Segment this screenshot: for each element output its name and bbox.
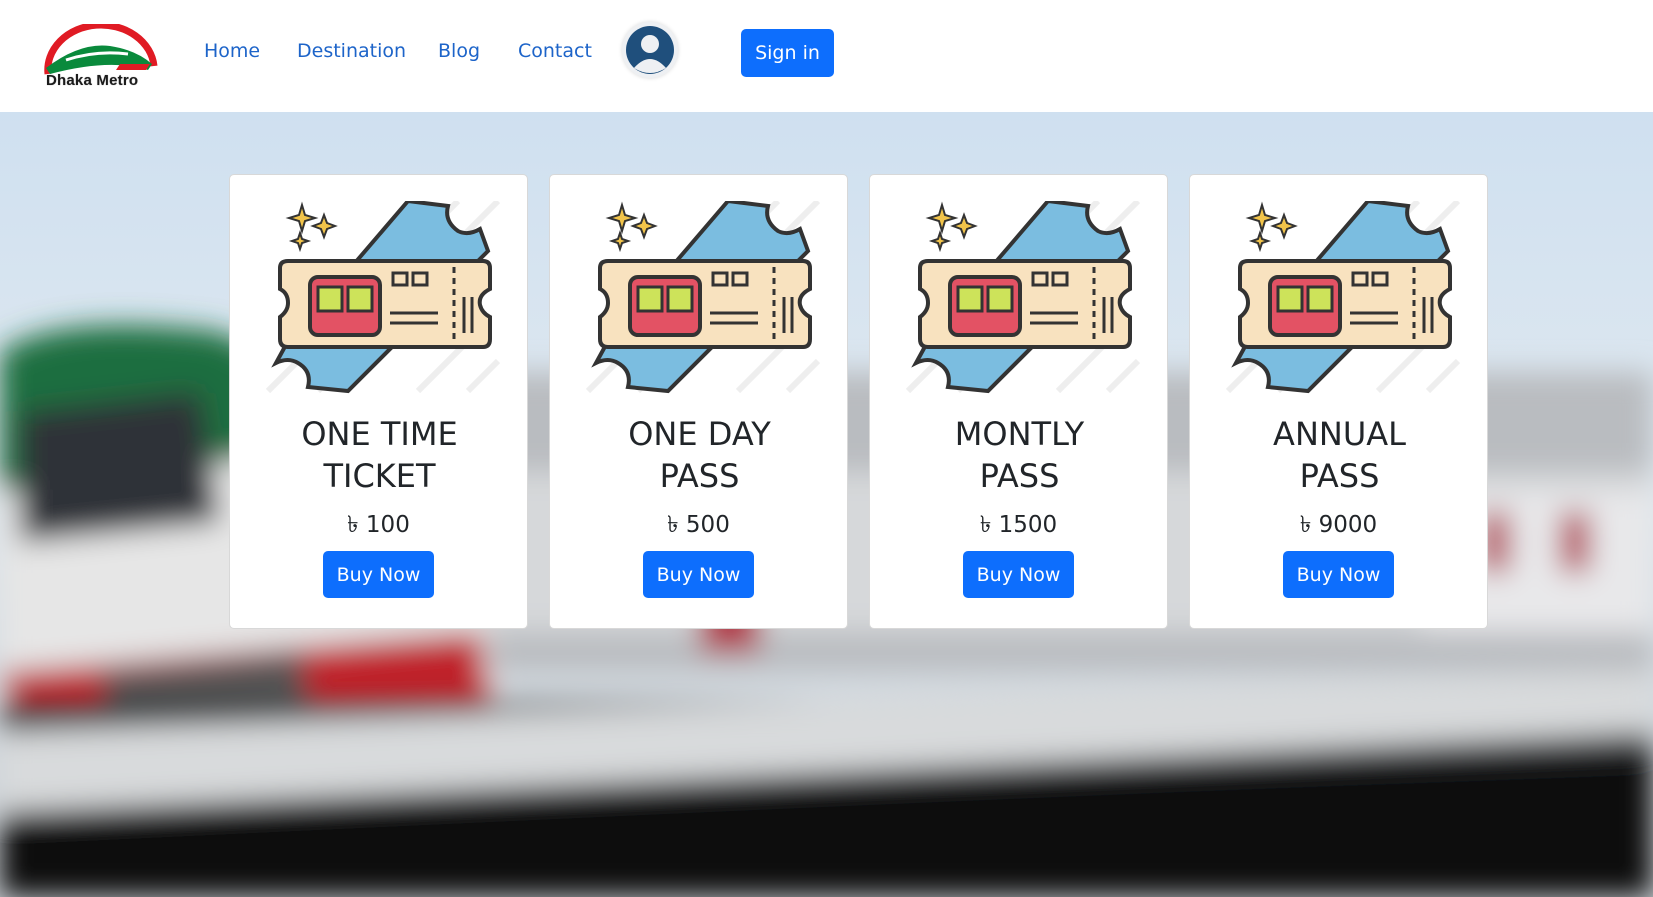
card-price: ৳ 500 <box>667 512 730 538</box>
card-price: ৳ 9000 <box>1299 512 1378 538</box>
sign-in-button[interactable]: Sign in <box>741 29 834 77</box>
user-avatar-icon <box>626 26 674 74</box>
buy-now-button[interactable]: Buy Now <box>1283 551 1394 598</box>
card-title-line2: PASS <box>1299 457 1380 495</box>
card-title-line1: ANNUAL <box>1273 415 1406 453</box>
card-title-line2: PASS <box>659 457 740 495</box>
nav-contact[interactable]: Contact <box>518 40 592 62</box>
nav-blog[interactable]: Blog <box>438 40 480 62</box>
buy-now-button[interactable]: Buy Now <box>323 551 434 598</box>
dhaka-metro-logo[interactable]: Dhaka Metro <box>40 24 162 94</box>
card-title-line2: PASS <box>979 457 1060 495</box>
card-price: ৳ 1500 <box>979 512 1058 538</box>
train-ticket-icon <box>585 201 820 394</box>
train-ticket-icon <box>1225 201 1460 394</box>
ticket-card-annual: ANNUAL PASS ৳ 9000 Buy Now <box>1189 174 1488 629</box>
card-title-line2: TICKET <box>323 457 436 495</box>
train-ticket-icon <box>905 201 1140 394</box>
card-title: ONE TIME TICKET <box>240 413 519 497</box>
logo-text: Dhaka Metro <box>46 72 139 89</box>
ticket-card-one-day: ONE DAY PASS ৳ 500 Buy Now <box>549 174 848 629</box>
card-price: ৳ 100 <box>347 512 410 538</box>
ticket-card-monthly: MONTLY PASS ৳ 1500 Buy Now <box>869 174 1168 629</box>
navbar: Dhaka Metro Home Destination Blog Contac… <box>0 0 1653 112</box>
train-ticket-icon <box>265 201 500 394</box>
nav-destination[interactable]: Destination <box>297 40 406 62</box>
card-title-line1: ONE TIME <box>301 415 458 453</box>
buy-now-button[interactable]: Buy Now <box>643 551 754 598</box>
card-title-line1: MONTLY <box>954 415 1085 453</box>
card-title: ANNUAL PASS <box>1200 413 1479 497</box>
buy-now-button[interactable]: Buy Now <box>963 551 1074 598</box>
user-avatar[interactable] <box>622 22 678 78</box>
card-title: ONE DAY PASS <box>560 413 839 497</box>
card-title-line1: ONE DAY <box>628 415 771 453</box>
ticket-card-one-time: ONE TIME TICKET ৳ 100 Buy Now <box>229 174 528 629</box>
nav-home[interactable]: Home <box>204 40 260 62</box>
card-title: MONTLY PASS <box>880 413 1159 497</box>
